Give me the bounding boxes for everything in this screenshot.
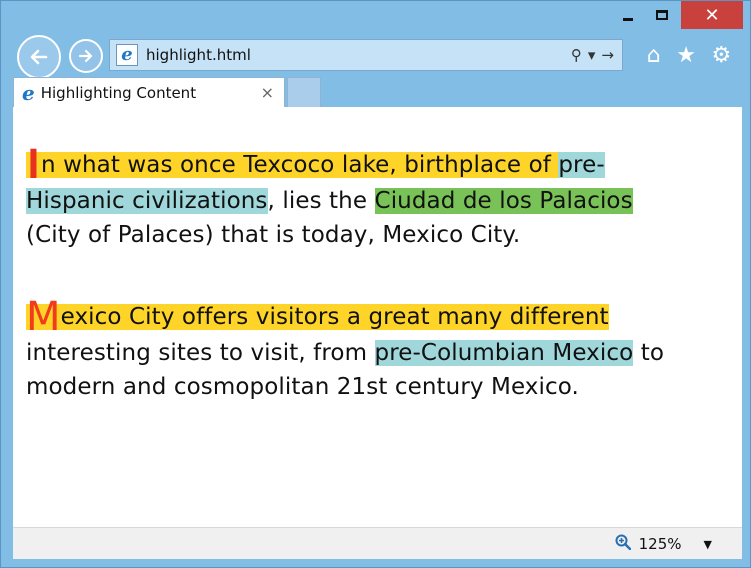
highlight-yellow: Mexico City offers visitors a great many… xyxy=(26,294,609,340)
paragraph-1: In what was once Texcoco lake, birthplac… xyxy=(26,142,716,251)
paragraph-1-line-3: (City of Palaces) that is today, Mexico … xyxy=(26,222,521,248)
zoom-dropdown-icon[interactable]: ▼ xyxy=(704,538,712,551)
highlight-teal: Hispanic civilizations xyxy=(26,188,268,214)
highlight-teal: pre-Columbian Mexico xyxy=(374,340,634,366)
back-arrow-icon xyxy=(30,49,48,65)
close-icon: ✕ xyxy=(704,4,720,26)
home-icon[interactable]: ⌂ xyxy=(647,43,661,68)
minimize-button[interactable] xyxy=(612,1,644,29)
close-button[interactable]: ✕ xyxy=(681,1,743,29)
forward-button[interactable] xyxy=(69,39,103,73)
highlight-teal: pre- xyxy=(558,152,605,178)
zoom-level: 125% xyxy=(638,535,682,553)
ie-logo-icon: e xyxy=(22,80,35,105)
drop-cap-i: I xyxy=(27,142,40,188)
maximize-icon xyxy=(656,10,668,20)
status-bar: 125% ▼ xyxy=(13,527,742,559)
paragraph-2-line-3: modern and cosmopolitan 21st century Mex… xyxy=(26,374,579,400)
highlight-green: Ciudad de los Palacios xyxy=(374,188,633,214)
new-tab-button[interactable] xyxy=(287,77,321,107)
browser-toolbar: ⌂ ★ ⚙ xyxy=(639,41,739,69)
maximize-button[interactable] xyxy=(646,1,678,29)
search-icon[interactable]: ⚲ xyxy=(571,46,582,64)
settings-gear-icon[interactable]: ⚙ xyxy=(711,43,731,68)
highlight-yellow: In what was once Texcoco lake, birthplac… xyxy=(26,142,559,188)
zoom-magnifier-icon xyxy=(615,534,631,554)
browser-window: ✕ e highlight.html ⚲ ▾ → ⌂ ★ ⚙ e Highlig… xyxy=(0,0,751,568)
tab-title: Highlighting Content xyxy=(40,83,197,102)
paragraph-2: Mexico City offers visitors a great many… xyxy=(26,294,716,403)
forward-arrow-icon xyxy=(78,49,93,63)
page-favicon-icon: e xyxy=(116,44,138,66)
tab-highlighting-content[interactable]: e Highlighting Content × xyxy=(13,77,285,107)
tab-close-icon[interactable]: × xyxy=(261,83,274,102)
back-button[interactable] xyxy=(17,35,61,79)
page-content: In what was once Texcoco lake, birthplac… xyxy=(13,107,742,527)
url-text[interactable]: highlight.html xyxy=(146,46,571,64)
minimize-icon xyxy=(623,17,633,21)
dropdown-arrow-icon[interactable]: ▾ xyxy=(588,46,596,64)
drop-cap-m: M xyxy=(26,294,61,340)
favorites-star-icon[interactable]: ★ xyxy=(676,43,696,68)
address-bar[interactable]: e highlight.html ⚲ ▾ → xyxy=(109,39,623,71)
zoom-control[interactable]: 125% ▼ xyxy=(615,534,712,554)
go-arrow-icon[interactable]: → xyxy=(601,46,614,64)
